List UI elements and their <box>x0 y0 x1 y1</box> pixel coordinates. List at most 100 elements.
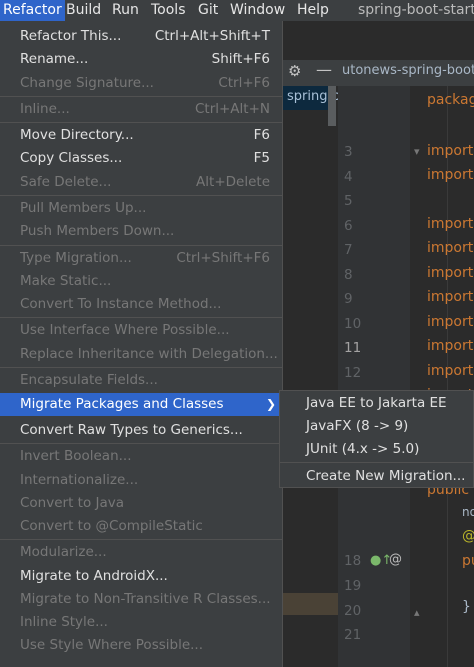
line-number: 20 <box>344 603 362 619</box>
line-number: 10 <box>344 316 362 332</box>
code-line: import <box>427 338 474 354</box>
menu-item-label: Internationalize... <box>20 472 139 488</box>
menu-item-migrate-non-transitive: Migrate to Non-Transitive R Classes... <box>0 588 282 611</box>
menu-bar: Refactor Build Run Tools Git Window Help… <box>0 0 474 21</box>
menu-item-push-members-down: Push Members Down... <box>0 220 282 243</box>
menu-window[interactable]: Window <box>227 0 288 21</box>
menu-item-label: Migrate Packages and Classes <box>20 396 224 412</box>
submenu-item-junit[interactable]: JUnit (4.x -> 5.0) <box>280 438 474 460</box>
menu-refactor[interactable]: Refactor <box>0 0 65 21</box>
menu-item-label: Inline... <box>20 101 70 117</box>
menu-item-label: Convert Raw Types to Generics... <box>20 422 243 438</box>
shortcut-label: Ctrl+Alt+N <box>194 101 270 117</box>
menu-separator <box>0 245 282 246</box>
menu-item-label: Invert Boolean... <box>20 448 132 464</box>
menu-git[interactable]: Git <box>195 0 221 21</box>
menu-item-rename[interactable]: Rename... Shift+F6 <box>0 48 282 71</box>
menu-item-convert-to-java: Convert to Java <box>0 492 282 515</box>
menu-item-encapsulate-fields: Encapsulate Fields... <box>0 369 282 392</box>
menu-item-internationalize: Internationalize... <box>0 469 282 492</box>
menu-item-label: Use Interface Where Possible... <box>20 322 230 338</box>
menu-item-label: Convert To Instance Method... <box>20 296 222 312</box>
menu-item-replace-inheritance: Replace Inheritance with Delegation... <box>0 343 282 366</box>
menu-item-safe-delete: Safe Delete... Alt+Delete <box>0 171 282 194</box>
menu-item-label: Modularize... <box>20 544 107 560</box>
menu-separator <box>0 367 282 368</box>
code-line: } <box>462 599 471 615</box>
menu-item-label: Java EE to Jakarta EE <box>306 395 447 411</box>
menu-item-convert-instance-method: Convert To Instance Method... <box>0 293 282 316</box>
menu-item-migrate-packages[interactable]: Migrate Packages and Classes ❯ <box>0 393 282 416</box>
menu-separator <box>0 96 282 97</box>
menu-item-invert-boolean: Invert Boolean... <box>0 445 282 468</box>
shortcut-label: Ctrl+F6 <box>218 75 270 91</box>
menu-item-label: Convert to @CompileStatic <box>20 518 203 534</box>
line-number: 19 <box>344 578 362 594</box>
menu-item-migrate-androidx[interactable]: Migrate to AndroidX... <box>0 565 282 588</box>
line-number-current: 11 <box>344 340 362 356</box>
minimize-icon[interactable]: — <box>316 61 332 79</box>
menu-item-pull-members-up: Pull Members Up... <box>0 197 282 220</box>
fold-icon[interactable]: ▾ <box>414 145 420 158</box>
fold-icon[interactable]: ▴ <box>414 606 420 619</box>
line-number: 4 <box>344 169 353 185</box>
menu-item-label: Push Members Down... <box>20 223 175 239</box>
menu-item-label: Replace Inheritance with Delegation... <box>20 346 278 362</box>
menu-item-label: Type Migration... <box>20 250 132 266</box>
code-line: pu <box>462 553 474 569</box>
submenu-item-javaee-jakarta[interactable]: Java EE to Jakarta EE <box>280 392 474 414</box>
editor-tab[interactable]: utonews-spring-boot <box>342 63 474 78</box>
menu-item-use-interface: Use Interface Where Possible... <box>0 319 282 342</box>
menu-tools[interactable]: Tools <box>148 0 189 21</box>
code-line: import <box>427 363 474 379</box>
line-number: 3 <box>344 144 353 160</box>
menu-separator <box>0 317 282 318</box>
line-number: 21 <box>344 627 362 643</box>
menu-separator <box>0 195 282 196</box>
menu-item-inline-style: Inline Style... <box>0 611 282 634</box>
code-line: import <box>427 314 474 330</box>
code-line: import <box>427 143 474 159</box>
menu-item-move-directory[interactable]: Move Directory... F6 <box>0 124 282 147</box>
menu-item-make-static: Make Static... <box>0 270 282 293</box>
menu-item-copy-classes[interactable]: Copy Classes... F5 <box>0 147 282 170</box>
menu-item-refactor-this[interactable]: Refactor This... Ctrl+Alt+Shift+T <box>0 25 282 48</box>
menu-item-convert-compile-static: Convert to @CompileStatic <box>0 515 282 538</box>
menu-item-label: Inline Style... <box>20 614 108 630</box>
menu-help[interactable]: Help <box>294 0 332 21</box>
menu-item-convert-raw-types[interactable]: Convert Raw Types to Generics... <box>0 419 282 442</box>
menu-item-label: Create New Migration... <box>306 468 466 484</box>
menu-separator <box>0 539 282 540</box>
menu-item-label: Migrate to Non-Transitive R Classes... <box>20 591 271 607</box>
menu-build[interactable]: Build <box>63 0 104 21</box>
window-title: spring-boot-starter <box>358 2 474 18</box>
gear-icon[interactable]: ⚙ <box>288 62 304 80</box>
menu-item-label: Rename... <box>20 51 89 67</box>
menu-separator <box>0 122 282 123</box>
code-line: import <box>427 265 474 281</box>
shortcut-label: Ctrl+Alt+Shift+T <box>154 28 270 44</box>
menu-item-label: Pull Members Up... <box>20 200 147 216</box>
shortcut-label: Shift+F6 <box>211 51 270 67</box>
menu-item-label: Move Directory... <box>20 127 134 143</box>
submenu-item-create-migration[interactable]: Create New Migration... <box>280 465 474 487</box>
shortcut-label: F5 <box>253 150 270 166</box>
at-icon[interactable]: @ <box>389 552 402 567</box>
menu-item-modularize: Modularize... <box>0 541 282 564</box>
shortcut-label: F6 <box>253 127 270 143</box>
code-line: import <box>427 240 474 256</box>
menu-run[interactable]: Run <box>109 0 142 21</box>
submenu-item-javafx[interactable]: JavaFX (8 -> 9) <box>280 415 474 437</box>
refactor-menu: Refactor This... Ctrl+Alt+Shift+T Rename… <box>0 21 283 667</box>
menu-item-change-signature: Change Signature... Ctrl+F6 <box>0 72 282 95</box>
menu-item-label: Refactor This... <box>20 28 122 44</box>
menu-item-type-migration: Type Migration... Ctrl+Shift+F6 <box>0 247 282 270</box>
menu-item-inline: Inline... Ctrl+Alt+N <box>0 98 282 121</box>
menu-item-label: Use Style Where Possible... <box>20 637 204 653</box>
project-highlight-row <box>283 593 338 615</box>
menu-item-label: Migrate to AndroidX... <box>20 568 168 584</box>
project-scrollbar[interactable] <box>328 86 336 126</box>
line-number: 7 <box>344 242 353 258</box>
line-number: 12 <box>344 365 362 381</box>
code-line: import <box>427 216 474 232</box>
